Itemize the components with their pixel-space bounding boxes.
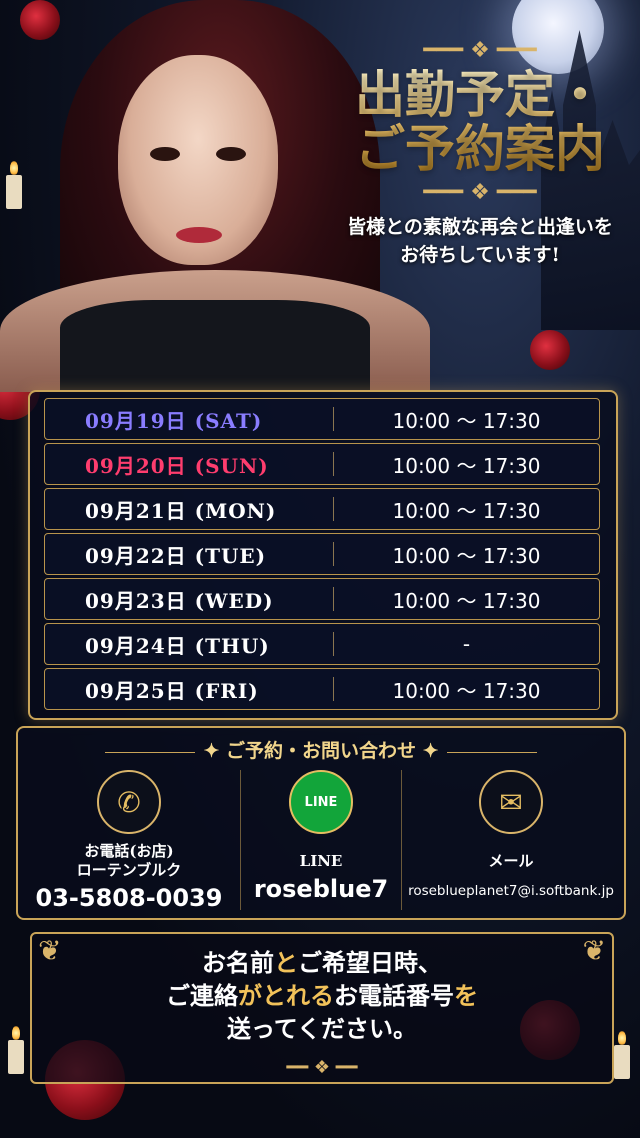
portrait-eye <box>216 147 246 161</box>
candle <box>614 1031 630 1079</box>
phone-contact[interactable]: ✆ お電話(お店) ローテンブルク 03-5808-0039 <box>18 770 240 912</box>
schedule-row: 09月22日 (TUE) 10:00 〜 17:30 <box>44 533 600 575</box>
schedule-time: 10:00 〜 17:30 <box>392 543 541 568</box>
title-block: ━━━ ❖ ━━━ 出勤予定・ ご予約案内 ━━━ ❖ ━━━ 皆様との素敵な再… <box>330 40 630 269</box>
ornament-top: ━━━ ❖ ━━━ <box>423 38 537 63</box>
schedule-row: 09月25日 (FRI) 10:00 〜 17:30 <box>44 668 600 710</box>
highlight-phone: お電話番号 <box>334 981 454 1011</box>
highlight-contact: ご連絡 <box>166 981 238 1011</box>
schedule-row: 09月24日 (THU) - <box>44 623 600 665</box>
instruction-note: ❦ ❦ お名前とご希望日時、 ご連絡がとれるお電話番号を 送ってください。 ━━… <box>30 932 614 1084</box>
line-contact[interactable]: LINE LINE roseblue7 <box>240 770 402 910</box>
contact-heading: ✦ ご予約・お問い合わせ ✦ <box>18 736 624 763</box>
phone-label: お電話(お店) ローテンブルク <box>18 842 240 880</box>
schedule-time: 10:00 〜 17:30 <box>392 588 541 613</box>
instruction-text: お名前とご希望日時、 ご連絡がとれるお電話番号を 送ってください。 <box>32 946 612 1045</box>
schedule-date: 09月21日 (MON) <box>85 498 277 523</box>
phone-label-line-2: ローテンブルク <box>76 860 182 879</box>
schedule-date: 09月24日 (THU) <box>85 633 270 658</box>
mail-icon[interactable]: ✉ <box>479 770 543 834</box>
subtitle: 皆様との素敵な再会と出逢いを お待ちしています! <box>330 214 630 269</box>
phone-icon[interactable]: ✆ <box>97 770 161 834</box>
schedule-row: 09月21日 (MON) 10:00 〜 17:30 <box>44 488 600 530</box>
portrait-eye <box>150 147 180 161</box>
schedule-time: 10:00 〜 17:30 <box>392 678 541 703</box>
portrait-face <box>118 55 278 265</box>
mail-label: メール <box>488 852 534 870</box>
instruction-particle: がとれる <box>238 981 334 1011</box>
mail-contact[interactable]: ✉ メール roseblueplanet7@i.softbank.jp <box>400 770 622 910</box>
phone-number[interactable]: 03-5808-0039 <box>18 884 240 912</box>
title-line-2: ご予約案内 <box>355 119 605 178</box>
heading-rule <box>446 751 537 753</box>
mail-address[interactable]: roseblueplanet7@i.softbank.jp <box>400 883 622 899</box>
schedule-row: 09月23日 (WED) 10:00 〜 17:30 <box>44 578 600 620</box>
rose-decoration <box>530 330 570 370</box>
schedule-row: 09月20日 (SUN) 10:00 〜 17:30 <box>44 443 600 485</box>
line-id[interactable]: roseblue7 <box>241 875 401 903</box>
instruction-line-1: お名前とご希望日時、 <box>32 946 612 979</box>
line-icon[interactable]: LINE <box>289 770 353 834</box>
candle <box>8 1026 24 1074</box>
schedule-time: 10:00 〜 17:30 <box>392 408 541 433</box>
instruction-particle: と <box>274 948 298 977</box>
phone-label-line-1: お電話(お店) <box>84 842 174 860</box>
schedule-time: - <box>462 632 471 656</box>
instruction-line-3: 送ってください。 <box>226 1014 418 1044</box>
heading-rule <box>105 751 196 753</box>
schedule-date: 09月20日 (SUN) <box>85 453 269 478</box>
contact-panel: ✦ ご予約・お問い合わせ ✦ ✆ お電話(お店) ローテンブルク 03-5808… <box>16 726 626 920</box>
schedule-date: 09月19日 (SAT) <box>85 408 263 433</box>
contact-heading-text: ご予約・お問い合わせ <box>225 740 416 762</box>
instruction-particle: を <box>454 981 478 1011</box>
highlight-name: お名前 <box>202 948 274 977</box>
schedule-time: 10:00 〜 17:30 <box>392 453 541 478</box>
schedule-table: 09月19日 (SAT) 10:00 〜 17:30 09月20日 (SUN) … <box>28 390 618 720</box>
schedule-date: 09月22日 (TUE) <box>85 543 267 568</box>
highlight-datetime: ご希望日時、 <box>298 948 442 977</box>
instruction-line-2: ご連絡がとれるお電話番号を <box>32 979 612 1012</box>
title-line-1: 出勤予定・ <box>355 65 605 124</box>
page-title: 出勤予定・ ご予約案内 <box>330 68 630 176</box>
ornament-bottom: ━━━ ❖ ━━━ <box>423 180 537 205</box>
schedule-row: 09月19日 (SAT) 10:00 〜 17:30 <box>44 398 600 440</box>
portrait-garment <box>60 300 370 392</box>
subtitle-line-1: 皆様との素敵な再会と出逢いを <box>347 216 613 238</box>
line-label: LINE <box>299 852 343 870</box>
schedule-time: 10:00 〜 17:30 <box>392 498 541 523</box>
schedule-date: 09月23日 (WED) <box>85 588 274 613</box>
portrait-lips <box>176 227 222 243</box>
subtitle-line-2: お待ちしています! <box>400 243 560 266</box>
schedule-date: 09月25日 (FRI) <box>85 678 259 703</box>
ornament-bottom-note: ━━ ❖ ━━ <box>286 1057 358 1078</box>
